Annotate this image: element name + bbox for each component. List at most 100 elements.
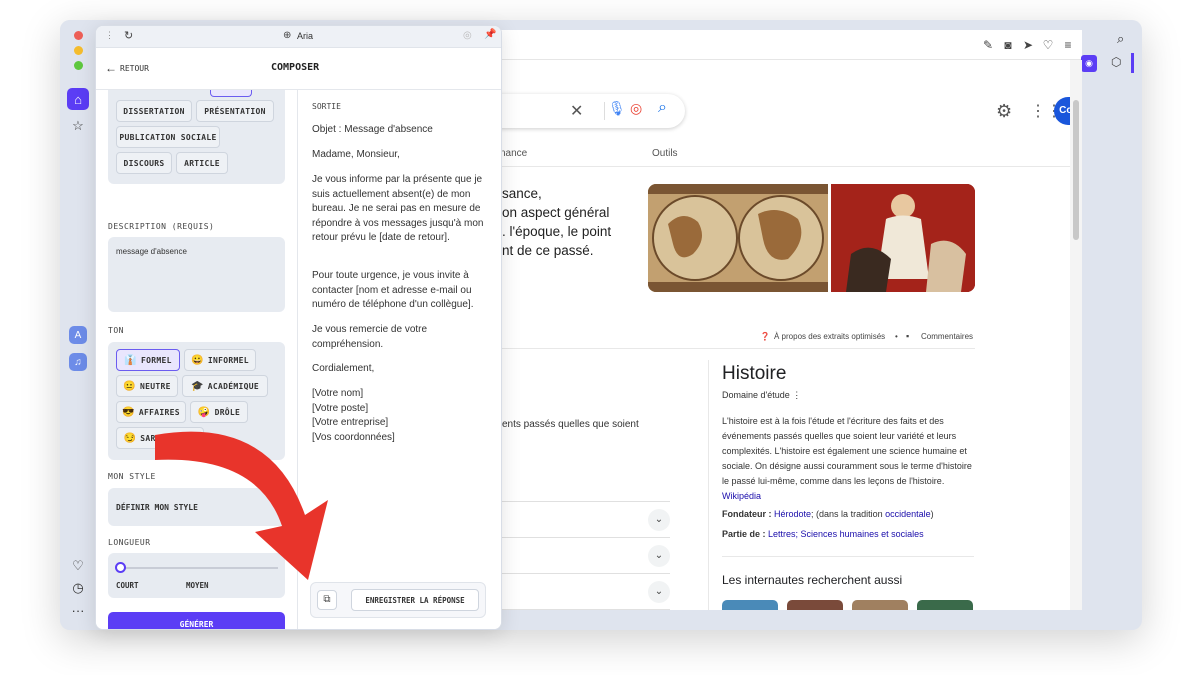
search-icon[interactable]: ⌕	[1117, 31, 1124, 47]
tone-chip-academic[interactable]: 🎓 ACADÉMIQUE	[182, 375, 268, 397]
tab-finance[interactable]: nance	[500, 148, 527, 159]
type-chip-article[interactable]: ARTICLE	[176, 152, 228, 174]
output-body-1: Je vous informe par la présente que je s…	[312, 174, 484, 243]
browser-sidebar: ⌂ ☆ A ♫ ♡ ◷ ···	[60, 20, 96, 630]
output-body-2: Pour toute urgence, je vous invite à con…	[312, 270, 474, 310]
related-thumbnail[interactable]	[787, 600, 843, 610]
tone-chip-informal[interactable]: 😀 INFORMEL	[184, 349, 256, 371]
kp-subtitle: Domaine d'étude ⋮	[722, 390, 802, 400]
back-button[interactable]: RETOUR	[120, 64, 149, 73]
tone-chip-sarcastic[interactable]: 😏 SARCASTIQUE	[116, 427, 204, 449]
featured-snippet-text: sance, on aspect général . l'époque, le …	[502, 186, 612, 258]
wikipedia-link[interactable]: Wikipédia	[722, 491, 761, 501]
length-slider-handle[interactable]	[115, 562, 126, 573]
aria-header: ← RETOUR COMPOSER	[96, 48, 501, 90]
length-short-label: COURT	[116, 581, 139, 590]
search-submit-icon[interactable]: ⌕	[658, 99, 667, 117]
camera-icon[interactable]: ◙	[1000, 37, 1016, 53]
tone-chip-funny[interactable]: 🤪 DRÔLE	[190, 401, 248, 423]
aria-panel: ⋮ ↻ ⊕ Aria ◎ 📌 ← RETOUR COMPOSER DISSERT…	[95, 25, 502, 630]
type-chip-speech[interactable]: DISCOURS	[116, 152, 172, 174]
output-subject: Objet : Message d'absence	[312, 124, 433, 135]
expand-chevron-icon[interactable]: ⌄	[648, 581, 670, 603]
more-options-icon[interactable]: ⋮	[792, 390, 801, 400]
save-response-button[interactable]: ENREGISTRER LA RÉPONSE	[351, 589, 479, 611]
output-signature: [Votre nom] [Votre poste] [Votre entrepr…	[312, 388, 395, 443]
edit-icon[interactable]: ✎	[980, 37, 996, 53]
output-panel: SORTIE Objet : Message d'absence Madame,…	[298, 90, 501, 629]
star-icon[interactable]: ☆	[67, 115, 89, 137]
length-slider-group: COURT MOYEN	[108, 553, 285, 598]
reload-icon[interactable]: ↻	[124, 29, 133, 42]
extension-icon[interactable]: ⬡	[1111, 55, 1121, 69]
type-chip-presentation[interactable]: PRÉSENTATION	[196, 100, 274, 122]
tone-chip-business[interactable]: 😎 AFFAIRES	[116, 401, 186, 423]
type-chip-dissertation[interactable]: DISSERTATION	[116, 100, 192, 122]
define-style-button[interactable]: DÉFINIR MON STYLE	[108, 488, 285, 526]
google-results-page: ✕ 🎙 ◎ ⌕ ⚙ ⋮⋮ Connexion nance Outils sanc…	[440, 60, 1070, 610]
history-painting-image[interactable]	[831, 184, 975, 292]
microphone-icon[interactable]: 🎙	[608, 100, 626, 117]
help-icon[interactable]: ❓	[760, 332, 770, 341]
expand-chevron-icon[interactable]: ⌄	[648, 545, 670, 567]
description-label: DESCRIPTION (REQUIS)	[108, 222, 215, 231]
settings-gear-icon[interactable]: ⚙	[996, 101, 1012, 122]
output-thanks: Je vous remercie de votre compréhension.	[312, 324, 428, 350]
copy-icon[interactable]: ⧉	[317, 590, 337, 610]
minimize-window-button[interactable]	[74, 46, 83, 55]
profile-icon[interactable]: ◉	[1081, 55, 1097, 72]
length-medium-label: MOYEN	[186, 581, 209, 590]
close-window-button[interactable]	[74, 31, 83, 40]
people-also-search: Les internautes recherchent aussi	[722, 573, 903, 587]
settings-icon[interactable]: ◎	[463, 30, 472, 41]
pin-icon[interactable]: 📌	[484, 29, 496, 40]
menu-icon[interactable]: ≡	[1060, 37, 1076, 53]
page-scrollbar[interactable]	[1070, 60, 1082, 610]
kp-title: Histoire	[722, 363, 787, 384]
herodote-link[interactable]: Hérodote	[774, 509, 811, 519]
output-greeting: Madame, Monsieur,	[312, 149, 400, 160]
type-chip-selected[interactable]	[210, 90, 252, 97]
app-store-icon[interactable]: A	[69, 326, 87, 344]
related-thumbnail[interactable]	[722, 600, 778, 610]
related-thumbnail[interactable]	[917, 600, 973, 610]
back-arrow-icon[interactable]: ←	[105, 61, 117, 75]
aria-titlebar: ⋮ ↻ ⊕ Aria ◎ 📌	[96, 26, 501, 48]
part-of-links[interactable]: Lettres; Sciences humaines et sociales	[768, 529, 924, 539]
kp-part-of: Partie de : Lettres; Sciences humaines e…	[722, 529, 924, 539]
drag-handle-icon[interactable]: ⋮	[105, 30, 114, 41]
browser-toolbar: ✎ ◙ ➤ ♡ ≡	[440, 30, 1082, 60]
style-label: MON STYLE	[108, 472, 156, 481]
expand-chevron-icon[interactable]: ⌄	[648, 509, 670, 531]
world-map-image[interactable]	[648, 184, 828, 292]
related-thumbnail[interactable]	[852, 600, 908, 610]
maximize-window-button[interactable]	[74, 61, 83, 70]
lens-icon[interactable]: ◎	[630, 100, 642, 117]
podcast-app-icon[interactable]: ♫	[69, 353, 87, 371]
about-snippets-link[interactable]: À propos des extraits optimisés	[774, 332, 885, 341]
more-icon[interactable]: ···	[67, 599, 89, 621]
output-label: SORTIE	[312, 102, 341, 111]
type-chip-social-post[interactable]: PUBLICATION SOCIALE	[116, 126, 220, 148]
history-icon[interactable]: ◷	[67, 577, 89, 599]
feedback-icon[interactable]: ▪	[906, 331, 909, 341]
length-slider-track[interactable]	[118, 567, 278, 569]
tab-tools[interactable]: Outils	[652, 148, 678, 159]
accent-bar	[1131, 53, 1134, 73]
output-closing: Cordialement,	[312, 363, 375, 374]
tone-chip-formal[interactable]: 👔 FORMEL	[116, 349, 180, 371]
heart-icon[interactable]: ♡	[1040, 37, 1056, 53]
heart-icon[interactable]: ♡	[67, 555, 89, 577]
home-icon[interactable]: ⌂	[67, 88, 89, 110]
description-input[interactable]: message d'absence	[108, 237, 285, 312]
output-actions: ⧉ ENREGISTRER LA RÉPONSE	[310, 582, 486, 618]
send-icon[interactable]: ➤	[1020, 37, 1036, 53]
feedback-link[interactable]: Commentaires	[921, 332, 973, 341]
clear-icon[interactable]: ✕	[570, 101, 583, 121]
length-label: LONGUEUR	[108, 538, 151, 547]
occidentale-link[interactable]: occidentale	[885, 509, 931, 519]
type-group: DISSERTATION PRÉSENTATION PUBLICATION SO…	[108, 90, 285, 184]
tone-chip-neutral[interactable]: 😐 NEUTRE	[116, 375, 178, 397]
aria-header-title: COMPOSER	[271, 62, 320, 73]
generate-button[interactable]: GÉNÉRER	[108, 612, 285, 629]
